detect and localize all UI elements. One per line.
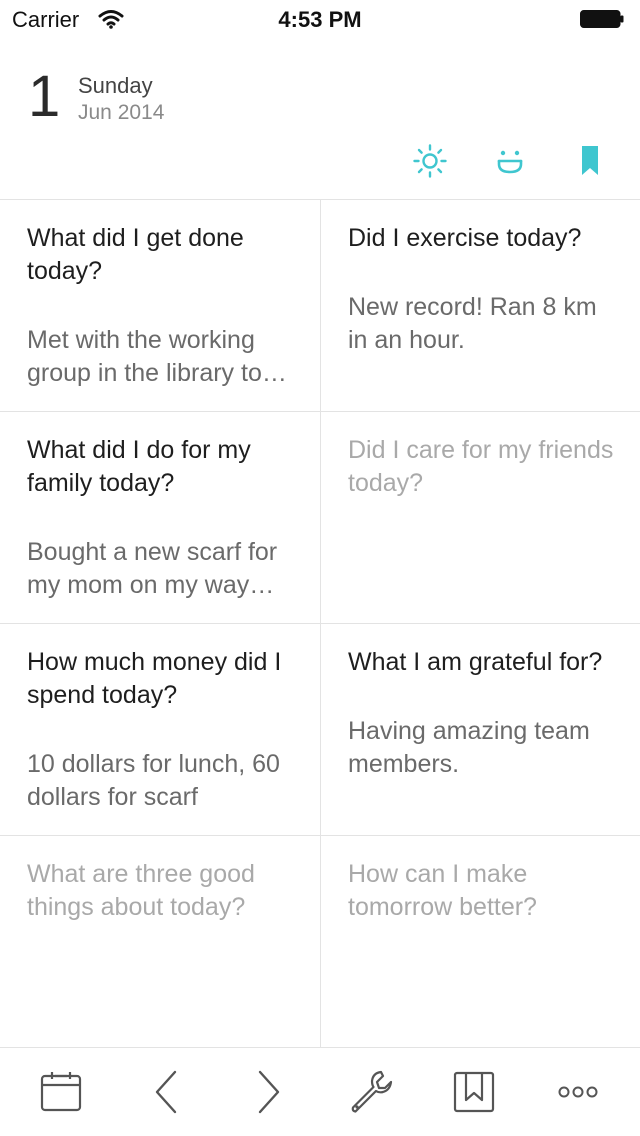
day-number: 1 (28, 64, 61, 129)
bookmarks-icon[interactable] (448, 1066, 500, 1118)
question-text: Did I exercise today? (348, 224, 582, 252)
forward-chevron-icon[interactable] (242, 1066, 294, 1118)
answer-text: New record! Ran 8 km in an hour. (348, 293, 597, 354)
question-card[interactable]: What did I get done today? Met with the … (0, 200, 320, 412)
more-icon[interactable] (552, 1066, 604, 1118)
weather-sun-icon[interactable] (412, 143, 448, 179)
settings-wrench-icon[interactable] (345, 1066, 397, 1118)
question-text: What did I get done today? (27, 224, 244, 285)
bottom-toolbar (0, 1048, 640, 1136)
answer-text: Having amazing team members. (348, 717, 590, 778)
question-card[interactable]: How much money did I spend today? 10 dol… (0, 623, 320, 835)
question-card[interactable]: How can I make tomorrow better? (320, 835, 640, 1047)
back-chevron-icon[interactable] (141, 1066, 193, 1118)
question-card[interactable]: Did I exercise today? New record! Ran 8 … (320, 200, 640, 412)
question-card[interactable]: Did I care for my friends today? (320, 411, 640, 623)
question-text: What I am grateful for? (348, 648, 603, 676)
question-text: How much money did I spend today? (27, 648, 282, 709)
question-text: What are three good things about today? (27, 860, 255, 921)
wifi-icon (98, 9, 124, 34)
answer-text: 10 dollars for lunch, 60 dollars for sca… (27, 750, 280, 811)
month-year: Jun 2014 (78, 101, 165, 124)
question-text: Did I care for my friends today? (348, 436, 614, 497)
question-text: What did I do for my family today? (27, 436, 251, 497)
answer-text: Met with the working group in the librar… (27, 326, 262, 387)
day-name: Sunday (78, 73, 153, 98)
question-text: How can I make tomorrow better? (348, 860, 537, 921)
bookmark-icon[interactable] (572, 143, 608, 179)
status-bar: Carrier 4:53 PM (0, 0, 640, 40)
question-grid: What did I get done today? Met with the … (0, 199, 640, 1048)
answer-text: Bought a new scarf for my mom on my way … (27, 538, 278, 599)
calendar-icon[interactable] (35, 1066, 87, 1118)
question-card[interactable]: What did I do for my family today? Bough… (0, 411, 320, 623)
question-card[interactable]: What are three good things about today? (0, 835, 320, 1047)
carrier-label: Carrier (12, 7, 80, 32)
status-time: 4:53 PM (278, 7, 362, 32)
battery-icon (580, 10, 624, 28)
mood-smiley-icon[interactable] (492, 143, 528, 179)
question-card[interactable]: What I am grateful for? Having amazing t… (320, 623, 640, 835)
